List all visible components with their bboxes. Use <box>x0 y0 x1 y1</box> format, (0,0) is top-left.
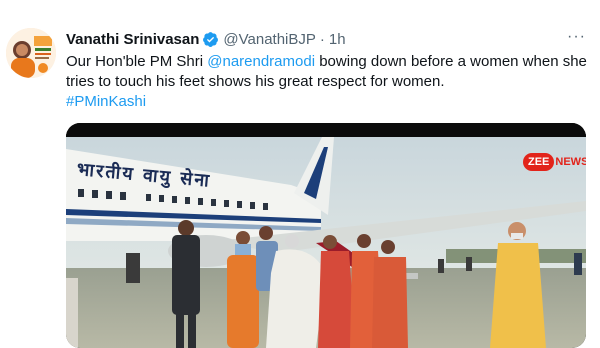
verified-badge-icon <box>203 31 219 47</box>
tweet-card[interactable]: Vanathi Srinivasan @VanathiBJP · 1h ··· … <box>0 0 600 348</box>
handle[interactable]: @VanathiBJP <box>223 31 316 48</box>
channel-badge: ZEE <box>523 153 555 171</box>
channel-logo: ZEE NEWS <box>523 153 586 171</box>
tweet-header: Vanathi Srinivasan @VanathiBJP · 1h <box>66 29 600 49</box>
more-options-icon[interactable]: ··· <box>567 29 586 45</box>
avatar[interactable] <box>6 28 56 78</box>
channel-suffix: NEWS <box>555 156 586 168</box>
avatar-image <box>6 28 56 78</box>
video-frame <box>66 123 586 348</box>
tweet-text-part: Our Hon'ble PM Shri <box>66 53 208 70</box>
tweet-text: Our Hon'ble PM Shri @narendramodi bowing… <box>66 52 591 112</box>
separator-dot: · <box>319 30 325 48</box>
display-name[interactable]: Vanathi Srinivasan <box>66 31 199 48</box>
timestamp[interactable]: 1h <box>329 31 346 48</box>
hashtag-link[interactable]: #PMinKashi <box>66 93 146 110</box>
tweet-video[interactable]: भारतीय वायु सेना ZEE NEWS <box>66 123 586 348</box>
mention-link[interactable]: @narendramodi <box>207 53 315 70</box>
